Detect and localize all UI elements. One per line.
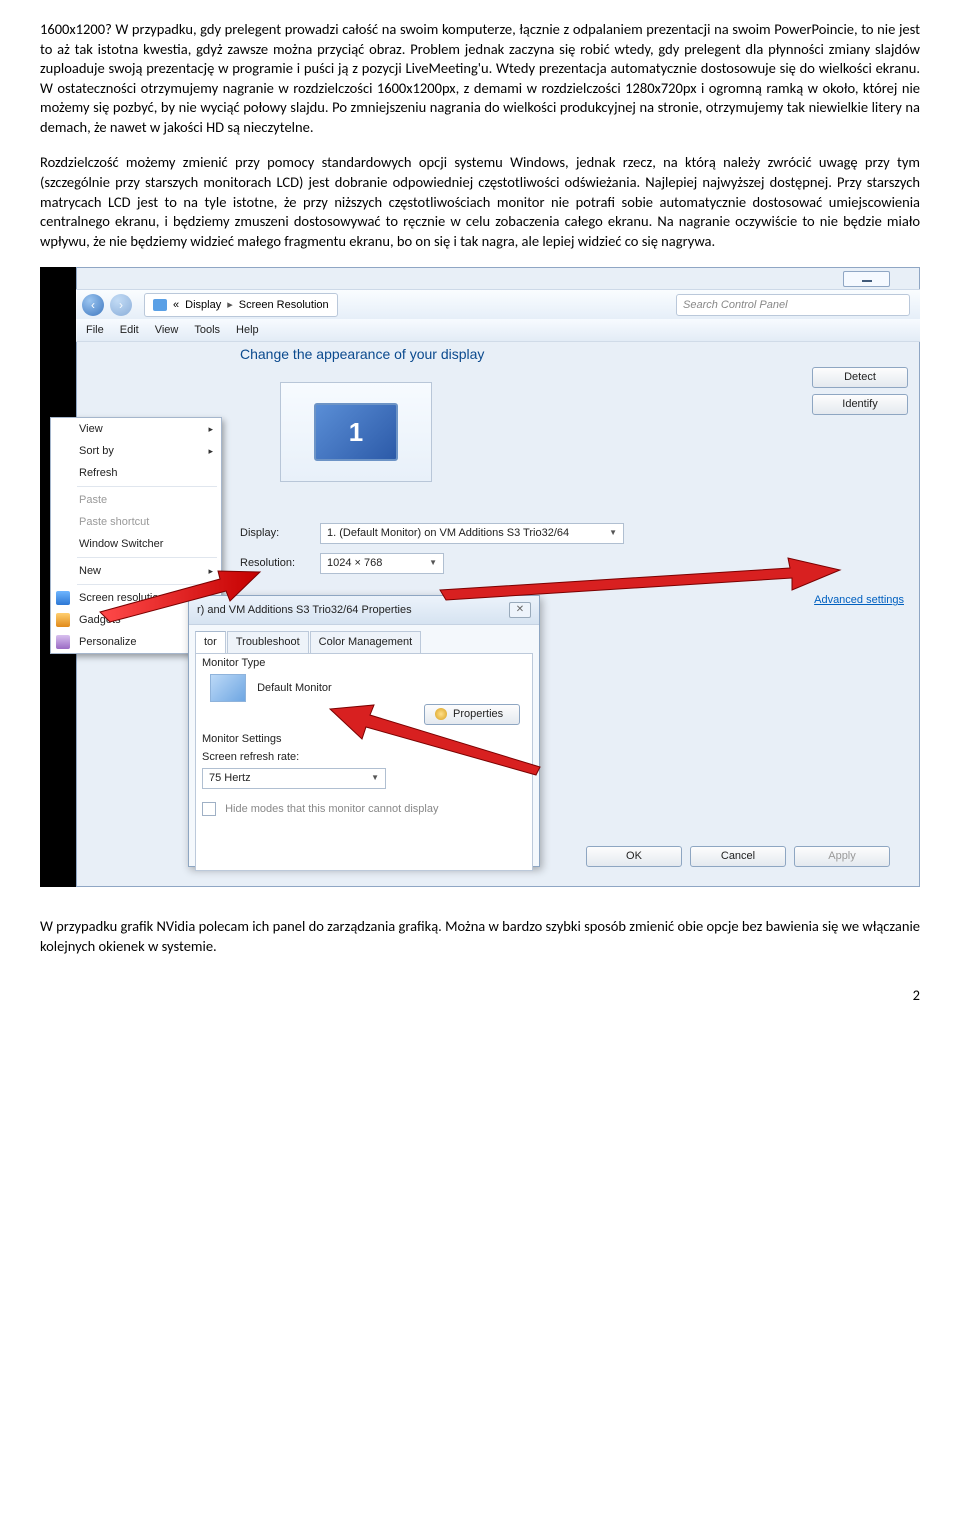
ctx-window-switcher[interactable]: Window Switcher	[51, 533, 221, 555]
monitor-icon	[153, 299, 167, 311]
shield-icon	[435, 708, 447, 720]
breadcrumb-sep: «	[173, 298, 179, 313]
window-caption-buttons[interactable]	[843, 271, 890, 287]
detect-button[interactable]: Detect	[812, 367, 908, 388]
display-dropdown[interactable]: 1. (Default Monitor) on VM Additions S3 …	[320, 523, 624, 544]
breadcrumb-arrow: ▸	[227, 298, 233, 313]
resolution-dropdown[interactable]: 1024 × 768▼	[320, 553, 444, 574]
page-number: 2	[40, 986, 920, 1006]
refresh-rate-label: Screen refresh rate:	[202, 750, 299, 765]
back-button[interactable]: ‹	[82, 294, 104, 316]
breadcrumb[interactable]: « Display ▸ Screen Resolution	[144, 293, 338, 317]
resolution-row: Resolution: 1024 × 768▼	[240, 553, 444, 574]
tab-monitor[interactable]: tor	[195, 631, 226, 653]
ok-button[interactable]: OK	[586, 846, 682, 867]
paragraph-2: Rozdzielczość możemy zmienić przy pomocy…	[40, 153, 920, 251]
navigation-bar: ‹ › « Display ▸ Screen Resolution Search…	[76, 289, 920, 321]
paragraph-3: W przypadku grafik NVidia polecam ich pa…	[40, 917, 920, 956]
menu-file[interactable]: File	[86, 323, 104, 338]
ctx-separator	[77, 486, 217, 487]
advanced-settings-link[interactable]: Advanced settings	[814, 593, 904, 608]
refresh-rate-dropdown[interactable]: 75 Hertz▼	[202, 768, 386, 789]
monitor-properties-dialog: r) and VM Additions S3 Trio32/64 Propert…	[188, 595, 540, 867]
tab-color-management[interactable]: Color Management	[310, 631, 422, 653]
display-preview[interactable]: 1	[280, 382, 432, 482]
resolution-label: Resolution:	[240, 556, 320, 571]
chevron-down-icon: ▼	[429, 558, 437, 569]
properties-button[interactable]: Properties	[424, 704, 520, 725]
ctx-new[interactable]: New▸	[51, 560, 221, 582]
close-button[interactable]: ✕	[509, 602, 531, 618]
dialog-title: r) and VM Additions S3 Trio32/64 Propert…	[197, 603, 412, 618]
menu-edit[interactable]: Edit	[120, 323, 139, 338]
ctx-separator	[77, 584, 217, 585]
monitor-icon	[56, 591, 70, 605]
ctx-paste-shortcut: Paste shortcut	[51, 511, 221, 533]
menu-tools[interactable]: Tools	[194, 323, 220, 338]
dialog-button-row: OK Cancel Apply	[586, 846, 890, 867]
hide-modes-checkbox[interactable]	[202, 802, 216, 816]
detect-identify-buttons: Detect Identify	[812, 367, 908, 415]
ctx-refresh[interactable]: Refresh	[51, 462, 221, 484]
hide-modes-label: Hide modes that this monitor cannot disp…	[225, 803, 438, 815]
display-thumbnail[interactable]: 1	[314, 403, 398, 461]
chevron-down-icon: ▼	[609, 528, 617, 539]
monitor-type-label: Monitor Type	[202, 656, 265, 671]
search-placeholder: Search Control Panel	[683, 298, 788, 313]
page-title: Change the appearance of your display	[240, 345, 906, 364]
menu-view[interactable]: View	[155, 323, 179, 338]
content-area: Change the appearance of your display 1	[240, 345, 906, 482]
search-input[interactable]: Search Control Panel	[676, 294, 910, 316]
tab-troubleshoot[interactable]: Troubleshoot	[227, 631, 309, 653]
personalize-icon	[56, 635, 70, 649]
forward-button[interactable]: ›	[110, 294, 132, 316]
monitor-settings-label: Monitor Settings	[202, 732, 281, 747]
ctx-separator	[77, 557, 217, 558]
apply-button: Apply	[794, 846, 890, 867]
chevron-down-icon: ▼	[371, 773, 379, 784]
paragraph-1: 1600x1200? W przypadku, gdy prelegent pr…	[40, 20, 920, 137]
display-label: Display:	[240, 526, 320, 541]
ctx-paste: Paste	[51, 489, 221, 511]
breadcrumb-display[interactable]: Display	[185, 298, 221, 313]
ctx-view[interactable]: View▸	[51, 418, 221, 440]
monitor-icon	[210, 674, 246, 702]
tab-body: Monitor Type Default Monitor Properties …	[195, 653, 533, 871]
display-row: Display: 1. (Default Monitor) on VM Addi…	[240, 523, 624, 544]
breadcrumb-screen-resolution[interactable]: Screen Resolution	[239, 298, 329, 313]
ctx-sort-by[interactable]: Sort by▸	[51, 440, 221, 462]
dialog-titlebar: r) and VM Additions S3 Trio32/64 Propert…	[189, 596, 539, 625]
identify-button[interactable]: Identify	[812, 394, 908, 415]
menu-bar: File Edit View Tools Help	[76, 319, 920, 342]
gadgets-icon	[56, 613, 70, 627]
tab-strip: tor Troubleshoot Color Management	[189, 625, 539, 653]
cancel-button[interactable]: Cancel	[690, 846, 786, 867]
screenshot-container: ‹ › « Display ▸ Screen Resolution Search…	[40, 267, 920, 887]
menu-help[interactable]: Help	[236, 323, 259, 338]
default-monitor-text: Default Monitor	[257, 682, 332, 694]
